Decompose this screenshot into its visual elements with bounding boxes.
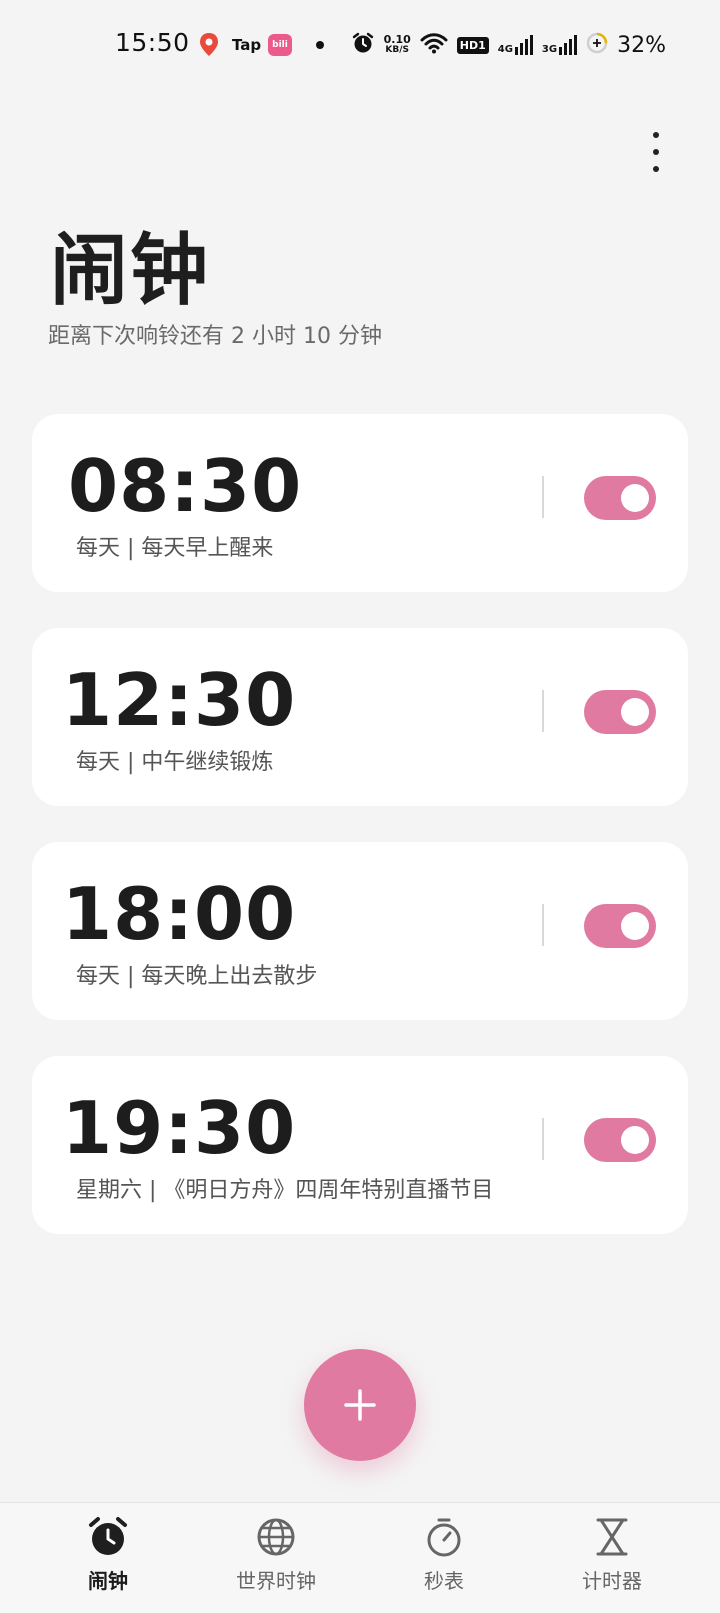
status-time: 15:50 bbox=[115, 28, 190, 57]
more-vertical-icon bbox=[653, 132, 659, 138]
signal-4g-icon: 4G bbox=[498, 35, 533, 55]
alarm-label: 每天 | 中午继续锻炼 bbox=[76, 750, 274, 775]
alarm-label: 星期六 | 《明日方舟》四周年特别直播节目 bbox=[76, 1178, 494, 1203]
alarm-time: 18:00 bbox=[62, 872, 297, 956]
globe-icon bbox=[257, 1518, 295, 1556]
signal-3g-icon: 3G bbox=[541, 35, 578, 55]
add-alarm-button[interactable] bbox=[304, 1349, 416, 1461]
signal-3g-label: 3G bbox=[541, 44, 558, 55]
status-bar: 15:50 Tap bili 0.10 KB/S HD1 4G 3G 32% bbox=[0, 0, 720, 90]
divider bbox=[542, 476, 544, 518]
net-speed: 0.10 KB/S bbox=[384, 34, 411, 56]
alarm-toggle[interactable] bbox=[584, 1118, 656, 1162]
next-alarm-subtitle: 距离下次响铃还有 2 小时 10 分钟 bbox=[48, 324, 382, 349]
tab-alarm[interactable]: 闹钟 bbox=[18, 1515, 198, 1605]
alarm-toggle[interactable] bbox=[584, 904, 656, 948]
plus-icon bbox=[344, 1389, 376, 1421]
alarm-clock-icon bbox=[89, 1517, 127, 1555]
alarm-card[interactable]: 18:00 每天 | 每天晚上出去散步 bbox=[32, 842, 688, 1020]
alarm-status-icon bbox=[351, 31, 375, 59]
stopwatch-icon bbox=[427, 1518, 461, 1557]
alarm-toggle[interactable] bbox=[584, 690, 656, 734]
alarm-time: 19:30 bbox=[62, 1086, 297, 1170]
page-title: 闹钟 bbox=[50, 226, 211, 316]
hd-badge: HD1 bbox=[456, 36, 489, 54]
wifi-icon bbox=[420, 32, 448, 58]
notification-dot-icon bbox=[316, 41, 324, 49]
net-speed-unit: KB/S bbox=[385, 45, 409, 55]
battery-icon bbox=[586, 32, 608, 58]
hourglass-icon bbox=[596, 1518, 628, 1556]
bottom-nav: 闹钟 世界时钟 秒表 计时器 bbox=[0, 1502, 720, 1613]
battery-percent: 32% bbox=[617, 32, 666, 58]
net-speed-value: 0.10 bbox=[383, 33, 411, 46]
tab-label: 世界时钟 bbox=[236, 1569, 316, 1593]
alarm-label: 每天 | 每天晚上出去散步 bbox=[76, 964, 318, 989]
alarm-card[interactable]: 08:30 每天 | 每天早上醒来 bbox=[32, 414, 688, 592]
alarm-label: 每天 | 每天早上醒来 bbox=[76, 536, 274, 561]
divider bbox=[542, 690, 544, 732]
toggle-knob bbox=[621, 1126, 649, 1154]
maps-app-icon bbox=[196, 32, 222, 58]
divider bbox=[542, 1118, 544, 1160]
toggle-knob bbox=[621, 698, 649, 726]
alarm-toggle[interactable] bbox=[584, 476, 656, 520]
tab-label: 秒表 bbox=[424, 1569, 464, 1593]
tab-label: 计时器 bbox=[582, 1569, 642, 1593]
alarm-time: 08:30 bbox=[68, 444, 303, 528]
tap-app-icon: Tap bbox=[232, 36, 262, 54]
bili-app-icon: bili bbox=[268, 34, 292, 56]
tab-world-clock[interactable]: 世界时钟 bbox=[186, 1515, 366, 1605]
alarm-card[interactable]: 19:30 星期六 | 《明日方舟》四周年特别直播节目 bbox=[32, 1056, 688, 1234]
toggle-knob bbox=[621, 912, 649, 940]
tab-stopwatch[interactable]: 秒表 bbox=[354, 1515, 534, 1605]
tab-timer[interactable]: 计时器 bbox=[522, 1515, 702, 1605]
signal-4g-label: 4G bbox=[497, 44, 513, 55]
more-options-button[interactable] bbox=[642, 132, 670, 172]
tab-label: 闹钟 bbox=[88, 1569, 128, 1593]
alarm-time: 12:30 bbox=[62, 658, 297, 742]
divider bbox=[542, 904, 544, 946]
toggle-knob bbox=[621, 484, 649, 512]
alarm-card[interactable]: 12:30 每天 | 中午继续锻炼 bbox=[32, 628, 688, 806]
